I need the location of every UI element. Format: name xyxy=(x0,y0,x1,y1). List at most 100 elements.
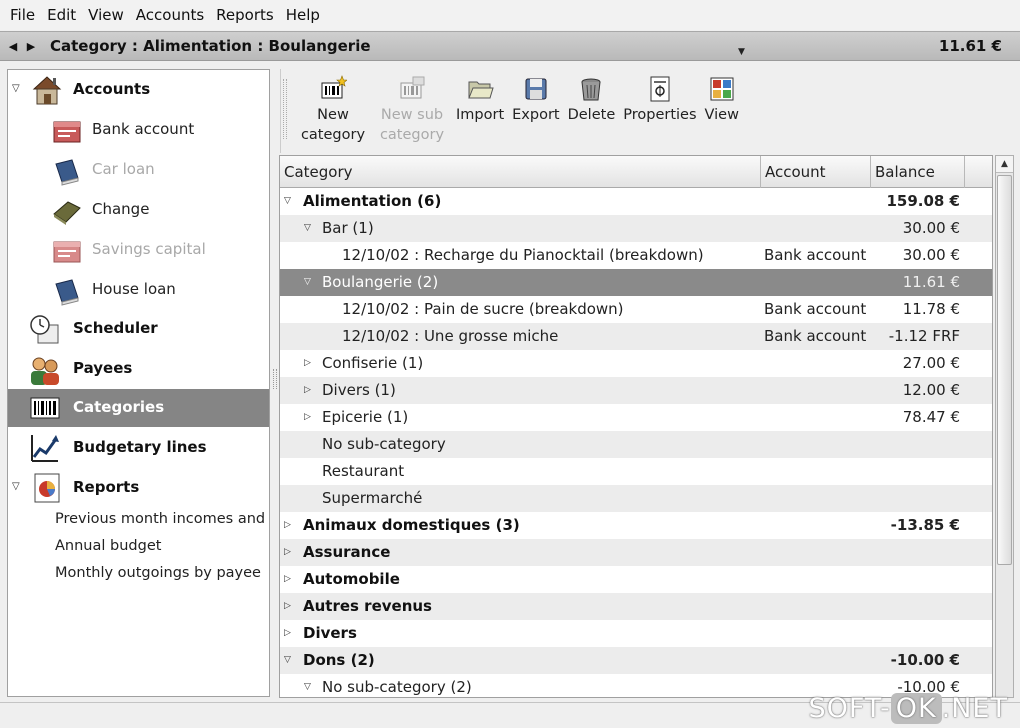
sidebar-item-scheduler[interactable]: Scheduler xyxy=(8,310,269,350)
category-cell: Divers (1) xyxy=(322,381,396,399)
tree-row[interactable]: ▽ Alimentation (6) 159.08 € xyxy=(280,188,992,215)
tree-row[interactable]: ▷ Assurance xyxy=(280,539,992,566)
chart-icon xyxy=(31,435,59,462)
expander-open-icon[interactable]: ▽ xyxy=(284,647,291,674)
report-item[interactable]: Annual budget xyxy=(55,538,161,554)
vertical-scrollbar[interactable]: ▲ xyxy=(995,155,1014,698)
tree-row[interactable]: ▷ Animaux domestiques (3) -13.85 € xyxy=(280,512,992,539)
expander-closed-icon[interactable]: ▷ xyxy=(284,539,291,566)
sidebar-item-payees[interactable]: Payees xyxy=(8,350,269,390)
floppy-disk-icon xyxy=(525,78,547,100)
forward-arrow-icon[interactable]: ▶ xyxy=(22,40,40,53)
report-item[interactable]: Previous month incomes and xyxy=(55,511,265,527)
menu-file[interactable]: File xyxy=(4,6,41,24)
category-cell: 12/10/02 : Une grosse miche xyxy=(342,327,559,345)
sidebar-item-accounts[interactable]: ▽ Accounts xyxy=(8,70,269,110)
account-cell: Bank account xyxy=(764,327,867,345)
sidebar-item-reports[interactable]: ▽ Reports xyxy=(8,468,269,508)
new-sub-category-button[interactable]: New sub category xyxy=(373,69,451,145)
category-cell: Supermarché xyxy=(322,489,423,507)
tree-row[interactable]: ▽ Boulangerie (2) 11.61 € xyxy=(280,269,992,296)
expander-open-icon[interactable]: ▽ xyxy=(304,674,311,697)
expander-open-icon[interactable]: ▽ xyxy=(12,83,20,94)
tree-row[interactable]: Restaurant xyxy=(280,458,992,485)
expander-open-icon[interactable]: ▽ xyxy=(304,215,311,242)
column-header-category[interactable]: Category xyxy=(280,156,761,188)
sidebar-item-house-loan[interactable]: House loan xyxy=(8,270,269,310)
balance-cell: 30.00 € xyxy=(902,219,960,237)
sidebar-item-categories[interactable]: Categories xyxy=(8,389,269,427)
expander-open-icon[interactable]: ▽ xyxy=(284,188,291,215)
tree-row[interactable]: 12/10/02 : Une grosse miche Bank account -… xyxy=(280,323,992,350)
back-arrow-icon[interactable]: ◀ xyxy=(4,40,22,53)
balance-cell: 27.00 € xyxy=(902,354,960,372)
export-label: Export xyxy=(512,107,560,123)
watermark-ok: OK xyxy=(890,693,942,724)
expander-open-icon[interactable]: ▽ xyxy=(304,269,311,296)
expander-closed-icon[interactable]: ▷ xyxy=(304,350,311,377)
properties-button[interactable]: Properties xyxy=(620,69,699,125)
tree-row[interactable]: ▷ Epicerie (1) 78.47 € xyxy=(280,404,992,431)
properties-icon xyxy=(650,76,670,102)
sidebar-item-budgetary-lines[interactable]: Budgetary lines xyxy=(8,428,269,468)
column-header-balance[interactable]: Balance xyxy=(871,156,965,188)
new-sub-category-icon xyxy=(400,76,425,99)
tree-row[interactable]: ▷ Divers xyxy=(280,620,992,647)
menu-help[interactable]: Help xyxy=(280,6,326,24)
tree-row[interactable]: ▷ Automobile xyxy=(280,566,992,593)
people-icon xyxy=(31,357,59,385)
tree-body: ▽ Alimentation (6) 159.08 € ▽ Bar (1) 30.00 €… xyxy=(280,188,992,697)
tree-row[interactable]: ▷ Divers (1) 12.00 € xyxy=(280,377,992,404)
category-cell: Bar (1) xyxy=(322,219,374,237)
view-button[interactable]: View xyxy=(702,69,742,125)
tree-row[interactable]: ▷ Autres revenus xyxy=(280,593,992,620)
tree-row[interactable]: ▷ Confiserie (1) 27.00 € xyxy=(280,350,992,377)
expander-closed-icon[interactable]: ▷ xyxy=(284,566,291,593)
tree-row[interactable]: 12/10/02 : Recharge du Pianocktail (brea… xyxy=(280,242,992,269)
house-icon xyxy=(32,76,62,105)
expander-closed-icon[interactable]: ▷ xyxy=(304,377,311,404)
pane-splitter[interactable] xyxy=(272,69,278,697)
expander-closed-icon[interactable]: ▷ xyxy=(284,512,291,539)
balance-cell: 11.61 € xyxy=(902,273,960,291)
category-cell: 12/10/02 : Recharge du Pianocktail (brea… xyxy=(342,246,704,264)
sidebar-item-bank-account[interactable]: Bank account xyxy=(8,110,269,150)
category-tree: Category Account Balance ▽ Alimentation (… xyxy=(279,155,993,698)
menu-reports[interactable]: Reports xyxy=(210,6,280,24)
watermark: SOFT- OK .NET xyxy=(808,693,1008,724)
scroll-up-arrow-icon[interactable]: ▲ xyxy=(996,156,1013,173)
tree-row[interactable]: No sub-category xyxy=(280,431,992,458)
menu-accounts[interactable]: Accounts xyxy=(130,6,210,24)
delete-button[interactable]: Delete xyxy=(565,69,619,125)
column-header-account[interactable]: Account xyxy=(761,156,871,188)
account-cell: Bank account xyxy=(764,246,867,264)
menu-edit[interactable]: Edit xyxy=(41,6,82,24)
toolbar-grip[interactable] xyxy=(283,79,287,139)
menu-view[interactable]: View xyxy=(82,6,130,24)
sidebar-item-savings-capital[interactable]: Savings capital xyxy=(8,230,269,270)
report-icon xyxy=(34,473,60,503)
report-item[interactable]: Monthly outgoings by payee xyxy=(55,565,261,581)
balance-cell: -13.85 € xyxy=(890,516,960,534)
tree-row[interactable]: ▽ Bar (1) 30.00 € xyxy=(280,215,992,242)
tree-row[interactable]: 12/10/02 : Pain de sucre (breakdown) Bank… xyxy=(280,296,992,323)
import-button[interactable]: Import xyxy=(453,69,507,125)
tree-row[interactable]: Supermarché xyxy=(280,485,992,512)
splitter-grip[interactable] xyxy=(273,369,277,389)
new-category-button[interactable]: New category xyxy=(295,69,371,145)
expander-closed-icon[interactable]: ▷ xyxy=(284,620,291,647)
category-cell: Automobile xyxy=(303,570,400,588)
view-dropdown-arrow-icon[interactable]: ▼ xyxy=(738,47,745,57)
sidebar-item-change[interactable]: Change xyxy=(8,190,269,230)
expander-closed-icon[interactable]: ▷ xyxy=(284,593,291,620)
scrollbar-thumb[interactable] xyxy=(997,175,1012,565)
sidebar-item-car-loan[interactable]: Car loan xyxy=(8,150,269,190)
tree-row[interactable]: ▽ Dons (2) -10.00 € xyxy=(280,647,992,674)
sidebar-item-label: Reports xyxy=(73,478,140,496)
export-button[interactable]: Export xyxy=(509,69,562,125)
expander-open-icon[interactable]: ▽ xyxy=(12,481,20,492)
view-label: View xyxy=(704,107,739,123)
category-cell: Autres revenus xyxy=(303,597,432,615)
expander-closed-icon[interactable]: ▷ xyxy=(304,404,311,431)
balance-cell: -10.00 € xyxy=(890,651,960,669)
